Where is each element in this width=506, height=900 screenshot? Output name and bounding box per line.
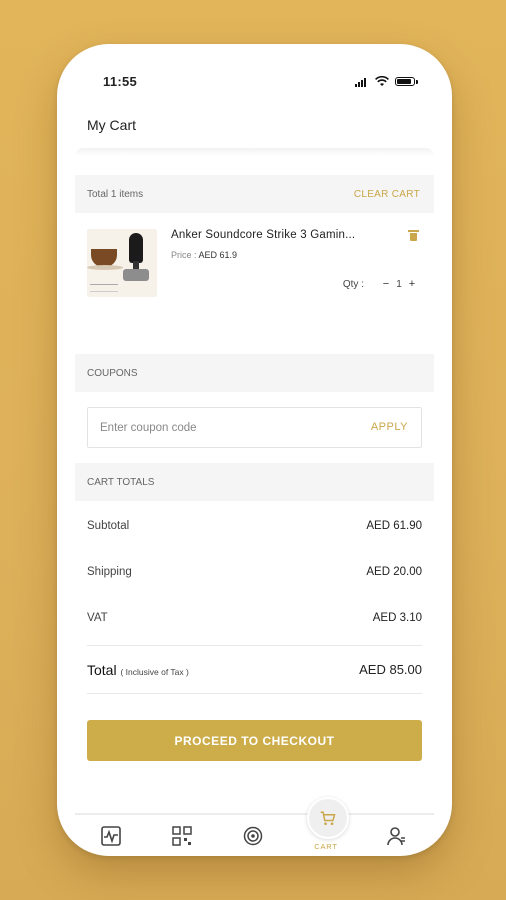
tab-cart[interactable]	[307, 797, 349, 839]
qty-label: Qty :	[342, 278, 364, 290]
vat-value: AED 3.10	[372, 612, 422, 624]
cart-totals-label: CART TOTALS	[87, 476, 155, 488]
qty-increase-button[interactable]: +	[406, 278, 418, 290]
divider	[87, 693, 422, 694]
target-icon	[243, 826, 263, 846]
tab-dashboard[interactable]	[100, 825, 124, 849]
cart-item: Anker Soundcore Strike 3 Gamin... Price …	[75, 222, 434, 308]
status-icons	[355, 76, 418, 87]
page-title: My Cart	[87, 117, 136, 133]
tab-target[interactable]	[242, 825, 266, 849]
coupons-label: COUPONS	[87, 367, 138, 379]
trash-icon[interactable]	[408, 230, 419, 241]
divider	[87, 645, 422, 646]
vat-label: VAT	[87, 612, 108, 624]
product-price: Price : AED 61.9	[171, 250, 237, 260]
wifi-icon	[375, 76, 389, 86]
status-time: 11:55	[103, 74, 138, 89]
apply-coupon-button[interactable]: APPLY	[371, 421, 408, 433]
price-label: Price :	[171, 250, 197, 260]
total-label: Total	[87, 662, 117, 678]
tab-cart-label: CART	[314, 842, 338, 851]
cart-totals-bar: CART TOTALS	[75, 463, 434, 501]
product-name[interactable]: Anker Soundcore Strike 3 Gamin...	[171, 229, 376, 241]
status-bar: 11:55	[103, 74, 418, 90]
product-image[interactable]	[87, 229, 157, 297]
qty-decrease-button[interactable]: −	[380, 278, 392, 290]
shipping-value: AED 20.00	[366, 566, 422, 578]
total-row: Total ( Inclusive of Tax ) AED 85.00	[87, 662, 422, 678]
qr-code-icon	[172, 826, 192, 846]
proceed-to-checkout-button[interactable]: PROCEED TO CHECKOUT	[87, 720, 422, 761]
shipping-row: Shipping AED 20.00	[87, 566, 422, 578]
user-icon	[387, 827, 405, 846]
cart-summary-bar: Total 1 items CLEAR CART	[75, 175, 434, 213]
total-note: ( Inclusive of Tax )	[120, 667, 189, 677]
cart-icon	[320, 811, 336, 826]
bottom-tab-bar: CART	[75, 797, 434, 856]
quantity-stepper: Qty : − 1 +	[343, 278, 418, 290]
qty-value: 1	[396, 278, 402, 290]
signal-icon	[355, 77, 369, 87]
battery-icon	[395, 77, 415, 86]
coupons-section-bar: COUPONS	[75, 354, 434, 392]
header-divider	[75, 148, 434, 156]
battery-tip	[416, 79, 418, 84]
coupon-field: APPLY	[87, 407, 422, 448]
clear-cart-button[interactable]: CLEAR CART	[354, 189, 420, 200]
vat-row: VAT AED 3.10	[87, 612, 422, 624]
subtotal-label: Subtotal	[87, 520, 130, 532]
subtotal-value: AED 61.90	[366, 520, 422, 532]
phone-frame: 11:55 My Cart Total 1 items CLEAR CART A…	[57, 44, 452, 856]
tab-profile[interactable]	[385, 825, 409, 849]
total-value: AED 85.00	[359, 662, 422, 677]
total-items-label: Total 1 items	[87, 188, 144, 200]
shipping-label: Shipping	[87, 566, 132, 578]
monitor-pulse-icon	[101, 826, 121, 846]
subtotal-row: Subtotal AED 61.90	[87, 520, 422, 532]
price-value: AED 61.9	[198, 250, 238, 260]
tab-qr-scan[interactable]	[171, 825, 195, 849]
coupon-input[interactable]	[100, 408, 330, 447]
